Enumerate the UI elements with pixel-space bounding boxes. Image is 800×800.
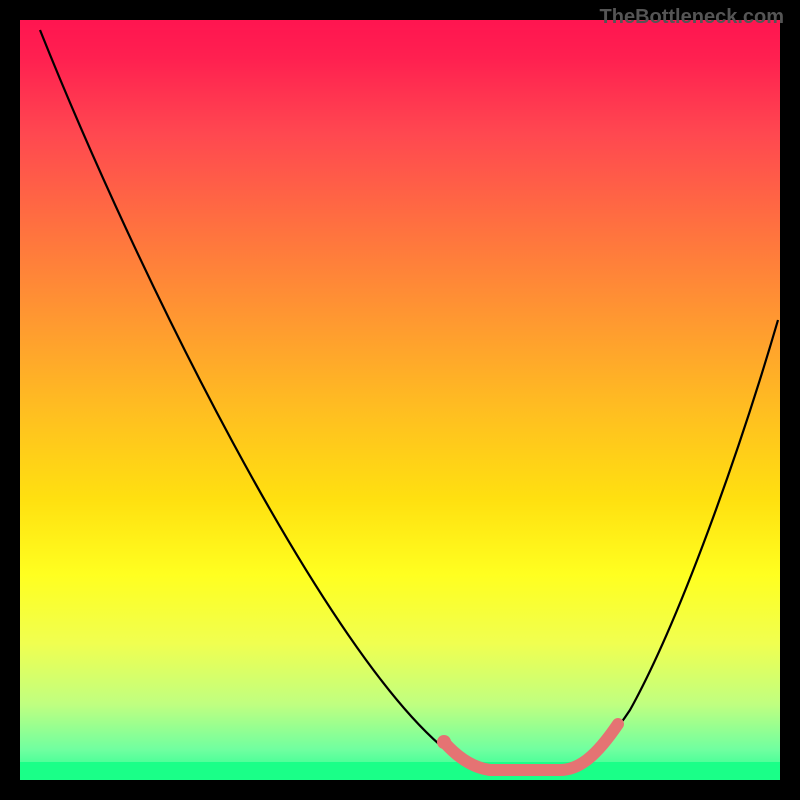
watermark-text: TheBottleneck.com	[600, 6, 784, 29]
gradient-background	[20, 20, 780, 780]
plot-area	[20, 20, 780, 780]
optimal-band	[20, 762, 780, 780]
